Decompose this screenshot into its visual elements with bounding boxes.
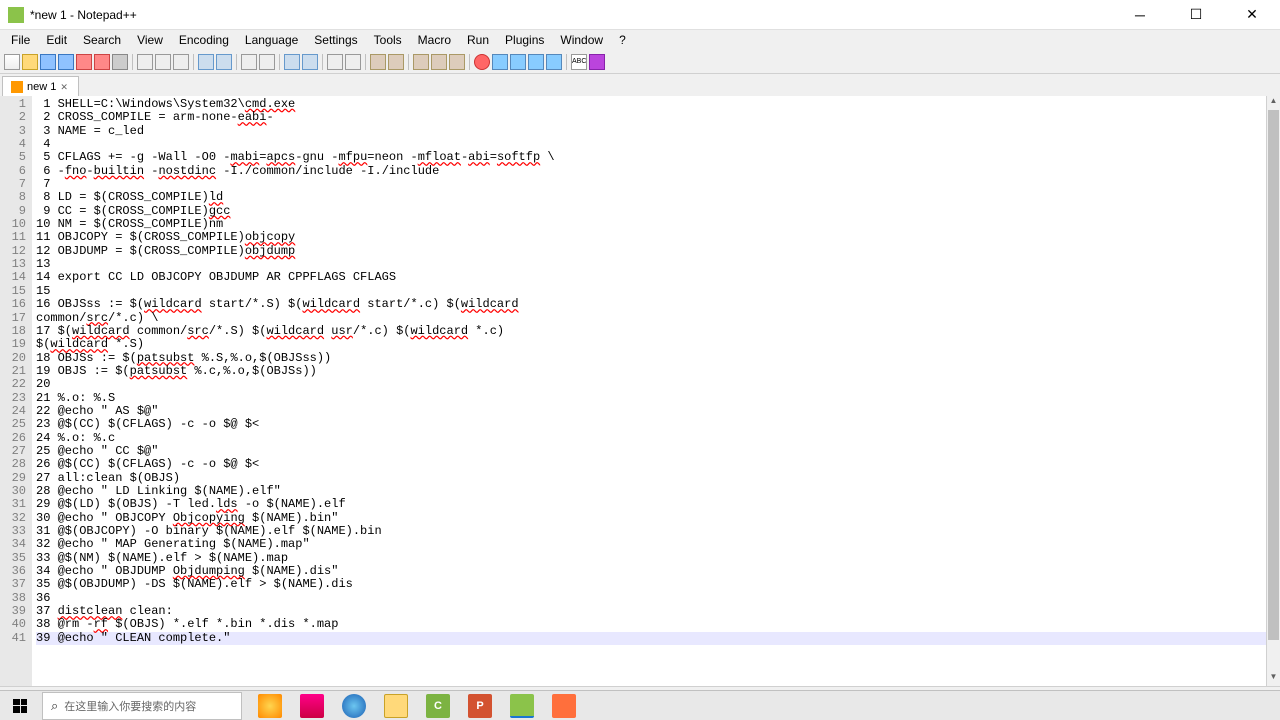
recorder-icon [552, 694, 576, 718]
new-file-icon[interactable] [4, 54, 20, 70]
folder-icon [384, 694, 408, 718]
menu-run[interactable]: Run [460, 31, 496, 49]
taskbar-apps: C P [250, 691, 584, 720]
paste-icon[interactable] [173, 54, 189, 70]
close-all-icon[interactable] [94, 54, 110, 70]
undo-icon[interactable] [198, 54, 214, 70]
tab-new1[interactable]: new 1 ✕ [2, 76, 79, 96]
taskbar-search[interactable]: ⌕ 在这里输入你要搜索的内容 [42, 692, 242, 720]
save-icon[interactable] [40, 54, 56, 70]
toolbar-separator [322, 54, 323, 70]
tabbar: new 1 ✕ [0, 74, 1280, 96]
copy-icon[interactable] [155, 54, 171, 70]
window-title: *new 1 - Notepad++ [30, 8, 1120, 22]
toolbar-separator [408, 54, 409, 70]
menu-search[interactable]: Search [76, 31, 128, 49]
search-placeholder: 在这里输入你要搜索的内容 [64, 698, 196, 714]
play-multiple-icon[interactable] [528, 54, 544, 70]
vertical-scrollbar[interactable]: ▲ ▼ [1266, 96, 1280, 686]
close-file-icon[interactable] [76, 54, 92, 70]
menu-help[interactable]: ? [612, 31, 633, 49]
function-list-icon[interactable] [431, 54, 447, 70]
menu-encoding[interactable]: Encoding [172, 31, 236, 49]
toolbar-separator [469, 54, 470, 70]
line-gutter: 1234567891011121314151617181920212223242… [0, 96, 32, 686]
menu-window[interactable]: Window [553, 31, 610, 49]
taskbar-edge[interactable] [334, 691, 374, 720]
titlebar: *new 1 - Notepad++ ─ ☐ ✕ [0, 0, 1280, 30]
tab-label: new 1 [27, 81, 56, 93]
editor[interactable]: 1234567891011121314151617181920212223242… [0, 96, 1280, 686]
open-file-icon[interactable] [22, 54, 38, 70]
taskbar-notepadpp[interactable] [502, 691, 542, 720]
taskbar: ⌕ 在这里输入你要搜索的内容 C P [0, 690, 1280, 720]
app-icon [8, 7, 24, 23]
code-area[interactable]: 1 SHELL=C:\Windows\System32\cmd.exe 2 CR… [32, 96, 1280, 686]
menu-edit[interactable]: Edit [39, 31, 74, 49]
sync-scroll-icon[interactable] [327, 54, 343, 70]
save-macro-icon[interactable] [546, 54, 562, 70]
toolbar-separator [236, 54, 237, 70]
play-macro-icon[interactable] [510, 54, 526, 70]
taskbar-decorative1[interactable] [250, 691, 290, 720]
indent-guide-icon[interactable] [388, 54, 404, 70]
toolbar-separator [132, 54, 133, 70]
menu-tools[interactable]: Tools [367, 31, 409, 49]
spellcheck-settings-icon[interactable] [589, 54, 605, 70]
wordwrap-icon[interactable] [345, 54, 361, 70]
tab-file-icon [11, 81, 23, 93]
windows-icon [13, 699, 27, 713]
minimize-button[interactable]: ─ [1120, 1, 1160, 29]
close-button[interactable]: ✕ [1232, 1, 1272, 29]
menu-view[interactable]: View [130, 31, 170, 49]
taskbar-explorer[interactable] [376, 691, 416, 720]
redo-icon[interactable] [216, 54, 232, 70]
tab-close-icon[interactable]: ✕ [60, 82, 70, 92]
c-app-icon: C [426, 694, 450, 718]
zoom-in-icon[interactable] [284, 54, 300, 70]
window-controls: ─ ☐ ✕ [1120, 1, 1272, 29]
maximize-button[interactable]: ☐ [1176, 1, 1216, 29]
taskbar-app-c[interactable]: C [418, 691, 458, 720]
menu-macro[interactable]: Macro [411, 31, 458, 49]
show-symbols-icon[interactable] [370, 54, 386, 70]
menu-file[interactable]: File [4, 31, 37, 49]
stop-macro-icon[interactable] [492, 54, 508, 70]
toolbar: ABC [0, 50, 1280, 74]
replace-icon[interactable] [259, 54, 275, 70]
scroll-thumb[interactable] [1268, 110, 1279, 640]
powerpoint-icon: P [468, 694, 492, 718]
taskbar-decorative2[interactable] [292, 691, 332, 720]
print-icon[interactable] [112, 54, 128, 70]
menu-plugins[interactable]: Plugins [498, 31, 551, 49]
toolbar-separator [193, 54, 194, 70]
scroll-up-icon[interactable]: ▲ [1267, 96, 1280, 110]
menu-settings[interactable]: Settings [307, 31, 364, 49]
edge-icon [342, 694, 366, 718]
find-icon[interactable] [241, 54, 257, 70]
start-button[interactable] [0, 691, 40, 720]
toolbar-separator [279, 54, 280, 70]
zoom-out-icon[interactable] [302, 54, 318, 70]
cut-icon[interactable] [137, 54, 153, 70]
menu-language[interactable]: Language [238, 31, 305, 49]
folder-as-workspace-icon[interactable] [413, 54, 429, 70]
search-icon: ⌕ [51, 698, 58, 714]
notepadpp-icon [510, 694, 534, 718]
scroll-down-icon[interactable]: ▼ [1267, 672, 1280, 686]
menubar: File Edit Search View Encoding Language … [0, 30, 1280, 50]
taskbar-recorder[interactable] [544, 691, 584, 720]
spellcheck-icon[interactable]: ABC [571, 54, 587, 70]
record-macro-icon[interactable] [474, 54, 490, 70]
taskbar-powerpoint[interactable]: P [460, 691, 500, 720]
toolbar-separator [365, 54, 366, 70]
toolbar-separator [566, 54, 567, 70]
save-all-icon[interactable] [58, 54, 74, 70]
doc-map-icon[interactable] [449, 54, 465, 70]
